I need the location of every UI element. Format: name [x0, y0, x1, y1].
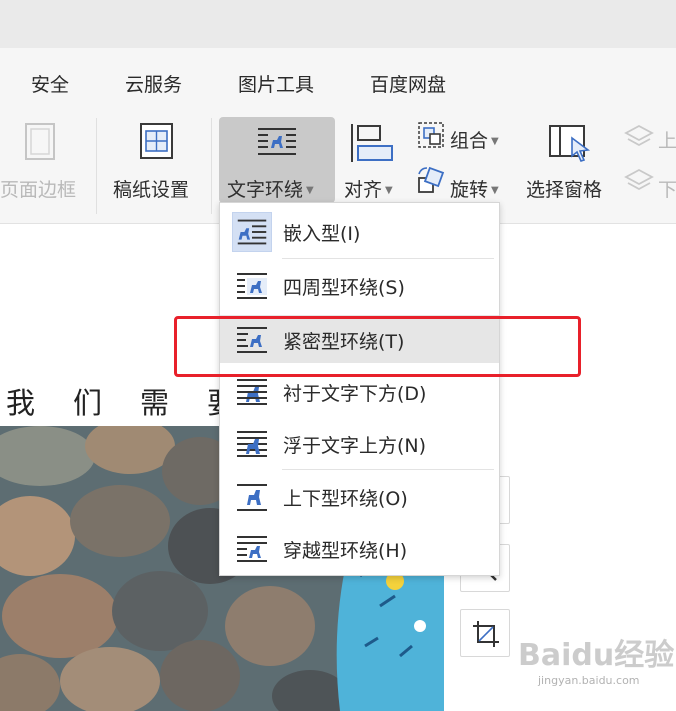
page-border-icon [25, 123, 55, 160]
menu-item-inline[interactable]: 嵌入型(I) [220, 207, 499, 255]
tab-cloud-service[interactable]: 云服务 [125, 70, 182, 97]
menu-item-label: 衬于文字下方(D) [283, 383, 427, 405]
page-border-button[interactable]: 页面边框 [0, 108, 90, 208]
align-button[interactable]: 对齐 ▼ [340, 108, 402, 208]
group-label: 组合 ▼ [450, 130, 499, 152]
selection-pane-button[interactable]: 选择窗格 [524, 108, 616, 208]
menu-item-top-bottom[interactable]: 上下型环绕(O) [220, 472, 499, 520]
through-wrap-icon [237, 536, 267, 562]
tab-baidu-netdisk[interactable]: 百度网盘 [370, 70, 446, 97]
menu-item-label: 穿越型环绕(H) [283, 540, 408, 562]
menu-tabs: 安全 云服务 图片工具 百度网盘 [0, 48, 676, 108]
send-backward-icon [624, 168, 654, 191]
watermark-url: jingyan.baidu.com [538, 674, 640, 687]
grid-setting-label: 稿纸设置 [113, 179, 190, 201]
annotation-highlight-box [174, 316, 581, 377]
square-wrap-icon [237, 273, 267, 299]
rotate-button[interactable]: 旋转 ▼ [412, 156, 522, 206]
menu-item-label: 嵌入型(I) [283, 223, 361, 245]
in-front-text-icon [237, 431, 267, 457]
bring-forward-button[interactable]: 上 [622, 108, 676, 158]
send-backward-label: 下 [658, 179, 676, 201]
chevron-down-icon: ▼ [306, 185, 314, 196]
top-bottom-wrap-icon [237, 484, 267, 511]
inline-wrap-icon [232, 212, 272, 252]
text-wrap-icon [258, 128, 296, 155]
tab-picture-tools[interactable]: 图片工具 [238, 70, 314, 97]
grid-setting-button[interactable]: 稿纸设置 [104, 108, 204, 208]
selection-pane-icon [549, 125, 591, 162]
behind-text-icon [237, 379, 267, 405]
menu-item-in-front-text[interactable]: 浮于文字上方(N) [220, 419, 499, 467]
tab-security[interactable]: 安全 [31, 70, 69, 97]
page-border-label: 页面边框 [0, 179, 77, 201]
menu-item-square[interactable]: 四周型环绕(S) [220, 261, 499, 309]
text-wrap-button[interactable]: 文字环绕 ▼ [219, 117, 335, 203]
rotate-icon [418, 166, 445, 193]
menu-item-label: 浮于文字上方(N) [283, 435, 427, 457]
menu-divider [282, 258, 494, 259]
selection-pane-label: 选择窗格 [526, 179, 603, 201]
grid-paper-icon [140, 123, 173, 159]
menu-item-label: 上下型环绕(O) [283, 488, 408, 510]
menu-item-through[interactable]: 穿越型环绕(H) [220, 524, 499, 572]
menu-item-label: 四周型环绕(S) [283, 277, 405, 299]
bring-forward-label: 上 [658, 130, 676, 152]
send-backward-button[interactable]: 下 [622, 156, 676, 206]
chevron-down-icon: ▼ [491, 185, 499, 196]
group-icon [418, 122, 444, 148]
crop-button[interactable] [460, 609, 510, 657]
rotate-label: 旋转 ▼ [450, 179, 499, 201]
text-wrap-dropdown: 嵌入型(I) 四周型环绕(S) 紧密型环绕(T) 衬于文字下方(D) 浮于文字上… [219, 202, 500, 576]
crop-icon [473, 621, 499, 647]
align-label: 对齐 ▼ [344, 179, 393, 201]
text-wrap-label: 文字环绕 ▼ [227, 179, 314, 201]
ribbon-divider [211, 118, 212, 214]
menu-divider [282, 469, 494, 470]
title-bar [0, 0, 676, 48]
chevron-down-icon: ▼ [385, 185, 393, 196]
chevron-down-icon: ▼ [491, 136, 499, 147]
bring-forward-icon [624, 124, 654, 147]
ribbon-divider [96, 118, 97, 214]
watermark-text: Baidu经验 [518, 638, 675, 673]
baidu-jingyan-watermark: Baidu经验 jingyan.baidu.com [518, 628, 674, 688]
align-icon [351, 124, 393, 162]
